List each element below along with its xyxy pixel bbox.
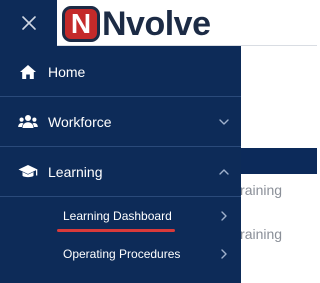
graduation-cap-icon [18,163,38,181]
nav-item-label: Home [48,64,86,80]
chevron-right-icon [218,210,230,222]
users-icon [18,113,38,131]
subnav-item-label: Operating Procedures [63,247,181,261]
subnav-item-operating-procedures[interactable]: Operating Procedures [0,235,241,273]
logo-mark: N [62,6,100,42]
chevron-right-icon [218,248,230,260]
home-icon [18,63,38,81]
nav-item-learning[interactable]: Learning [0,147,241,197]
chevron-up-icon [218,166,230,178]
nav-item-home[interactable]: Home [0,47,241,97]
close-menu-button[interactable] [0,0,57,46]
logo-text: Nvolve [102,5,211,43]
nav-item-workforce[interactable]: Workforce [0,97,241,147]
subnav-item-label: Learning Dashboard [63,209,172,223]
nvolve-logo[interactable]: N Nvolve [62,6,211,42]
chevron-down-icon [218,116,230,128]
background-selected-row [241,148,317,174]
active-indicator [57,229,175,232]
side-navigation-drawer: Home Workforce Learning Learning Dashboa… [0,46,241,283]
nav-item-label: Learning [48,164,103,180]
close-icon [21,16,36,30]
nav-item-label: Workforce [48,114,112,130]
